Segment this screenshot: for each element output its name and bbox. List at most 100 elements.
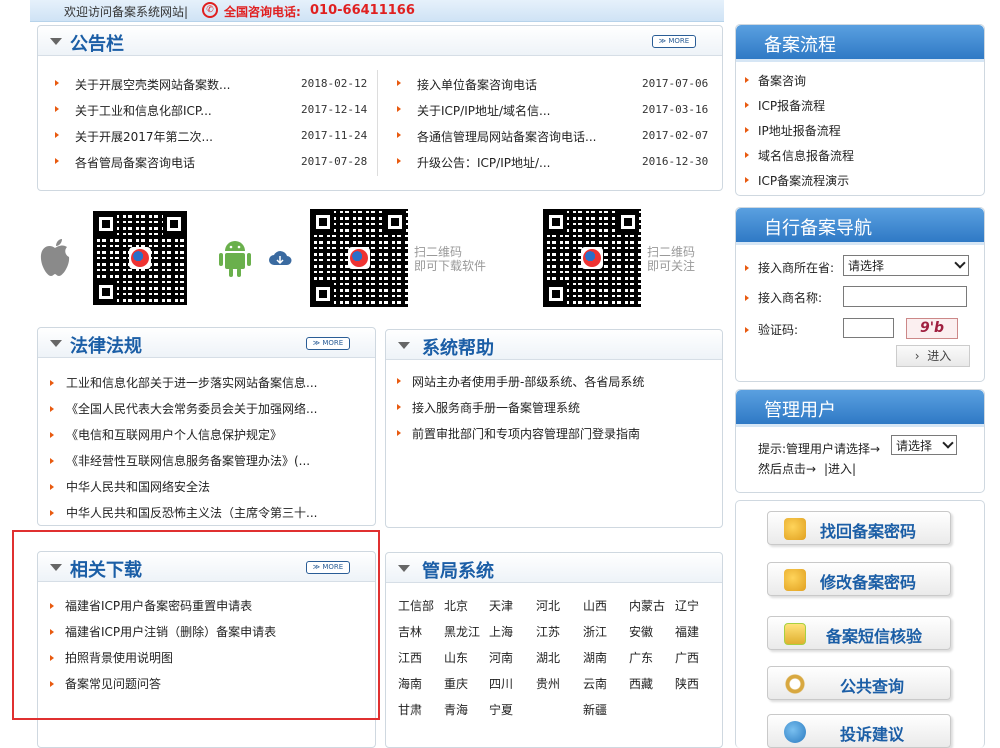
- notice-item[interactable]: 关于开展空壳类网站备案数...: [75, 76, 230, 93]
- bureau-link[interactable]: 工信部: [398, 597, 434, 614]
- bureau-link[interactable]: 吉林: [398, 623, 422, 640]
- process-item[interactable]: 域名信息报备流程: [758, 147, 854, 164]
- bureau-link[interactable]: 新疆: [583, 701, 607, 718]
- bullet-icon: [55, 80, 59, 86]
- bullet-icon: [50, 432, 54, 438]
- bullet-icon: [397, 106, 401, 112]
- admin-select[interactable]: 请选择: [891, 435, 957, 455]
- android-icon[interactable]: [217, 238, 253, 278]
- public-query-button[interactable]: 公共查询: [767, 666, 951, 700]
- provider-name-label: 接入商名称:: [758, 291, 823, 305]
- bureau-link[interactable]: 黑龙江: [444, 623, 480, 640]
- bureau-link[interactable]: 北京: [444, 597, 468, 614]
- bureau-link[interactable]: 江西: [398, 649, 422, 666]
- bullet-icon: [397, 430, 401, 436]
- bureau-link[interactable]: 湖南: [583, 649, 607, 666]
- chevron-down-icon: [942, 437, 954, 449]
- law-item[interactable]: 中华人民共和国网络安全法: [66, 478, 210, 495]
- bureau-link[interactable]: 内蒙古: [629, 597, 665, 614]
- phone-number: 010-66411166: [310, 3, 415, 18]
- bureau-link[interactable]: 河南: [489, 649, 513, 666]
- notice-date: 2017-07-28: [301, 155, 368, 168]
- bureau-link[interactable]: 重庆: [444, 675, 468, 692]
- qr-code-app-ios: [93, 211, 187, 305]
- complaint-button[interactable]: 投诉建议: [767, 714, 951, 748]
- bureau-link[interactable]: 福建: [675, 623, 699, 640]
- bureau-link[interactable]: 云南: [583, 675, 607, 692]
- bureau-link[interactable]: 安徽: [629, 623, 653, 640]
- qr-download-hint: 扫二维码 即可下载软件: [414, 245, 487, 273]
- process-item[interactable]: IP地址报备流程: [758, 122, 841, 139]
- sms-verify-button[interactable]: 备案短信核验: [767, 616, 951, 650]
- notice-item[interactable]: 关于工业和信息化部ICP...: [75, 102, 212, 119]
- notice-item[interactable]: 升级公告：ICP/IP地址/...: [417, 154, 550, 171]
- notice-item[interactable]: 各省管局备案咨询电话: [75, 154, 195, 171]
- divider: [377, 70, 378, 176]
- bureau-link[interactable]: 宁夏: [489, 701, 513, 718]
- bureau-link[interactable]: 天津: [489, 597, 513, 614]
- collapse-triangle-icon: [398, 342, 410, 349]
- bureau-link[interactable]: 西藏: [629, 675, 653, 692]
- lock-icon: [784, 518, 806, 540]
- bureau-link[interactable]: 上海: [489, 623, 513, 640]
- bureau-link[interactable]: 江苏: [536, 623, 560, 640]
- bullet-icon: [745, 327, 749, 333]
- captcha-input[interactable]: [843, 318, 894, 338]
- bureau-link[interactable]: 四川: [489, 675, 513, 692]
- bureau-link[interactable]: 广东: [629, 649, 653, 666]
- notice-item[interactable]: 关于ICP/IP地址/域名信...: [417, 102, 550, 119]
- bureau-link[interactable]: 青海: [444, 701, 468, 718]
- law-item[interactable]: 《电信和互联网用户个人信息保护规定》: [66, 426, 282, 443]
- process-item[interactable]: ICP备案流程演示: [758, 172, 849, 189]
- notice-header: [38, 26, 722, 56]
- notice-item[interactable]: 各通信管理局网站备案咨询电话...: [417, 128, 596, 145]
- bullet-icon: [745, 102, 749, 108]
- process-item[interactable]: 备案咨询: [758, 72, 806, 89]
- help-panel: 系统帮助 网站主办者使用手册-部级系统、各省局系统 接入服务商手册一备案管理系统…: [385, 329, 723, 528]
- law-item[interactable]: 《全国人民代表大会常务委员会关于加强网络...: [66, 400, 317, 417]
- qr-code-app-android: [310, 209, 408, 307]
- help-item[interactable]: 接入服务商手册一备案管理系统: [412, 399, 580, 416]
- bullet-icon: [50, 510, 54, 516]
- nav-panel: 自行备案导航 接入商所在省: 请选择 接入商名称: 验证码: 9'b › 进入: [735, 207, 985, 382]
- law-item[interactable]: 中华人民共和国反恐怖主义法（主席令第三十...: [66, 504, 317, 521]
- bureau-link[interactable]: 辽宁: [675, 597, 699, 614]
- highlight-box: [12, 530, 380, 720]
- bureau-link[interactable]: 甘肃: [398, 701, 422, 718]
- bureau-link[interactable]: 山西: [583, 597, 607, 614]
- captcha-image[interactable]: 9'b: [906, 318, 958, 339]
- apple-icon[interactable]: [38, 238, 72, 278]
- cloud-download-icon[interactable]: [268, 250, 292, 266]
- notice-date: 2017-03-16: [642, 103, 709, 116]
- bureau-link[interactable]: 海南: [398, 675, 422, 692]
- envelope-icon: [784, 623, 806, 645]
- bureau-link[interactable]: 陕西: [675, 675, 699, 692]
- bureau-title: 管局系统: [422, 561, 494, 582]
- notice-item[interactable]: 接入单位备案咨询电话: [417, 76, 537, 93]
- bureau-link[interactable]: 河北: [536, 597, 560, 614]
- provider-name-input[interactable]: [843, 286, 967, 307]
- notice-more-button[interactable]: ≫ MORE: [652, 35, 696, 48]
- qr-code-follow: [543, 209, 641, 307]
- law-more-button[interactable]: ≫ MORE: [306, 337, 350, 350]
- bureau-link[interactable]: 广西: [675, 649, 699, 666]
- bureau-link[interactable]: 浙江: [583, 623, 607, 640]
- nav-enter-button[interactable]: › 进入: [896, 345, 970, 367]
- notice-item[interactable]: 关于开展2017年第二次...: [75, 128, 213, 145]
- bullet-icon: [745, 295, 749, 301]
- bureau-link[interactable]: 山东: [444, 649, 468, 666]
- process-item[interactable]: ICP报备流程: [758, 97, 825, 114]
- province-select[interactable]: 请选择: [843, 255, 969, 276]
- help-item[interactable]: 网站主办者使用手册-部级系统、各省局系统: [412, 373, 644, 390]
- help-title: 系统帮助: [422, 338, 494, 359]
- help-item[interactable]: 前置审批部门和专项内容管理部门登录指南: [412, 425, 640, 442]
- law-item[interactable]: 《非经营性互联网信息服务备案管理办法》(...: [66, 452, 310, 469]
- bullet-icon: [745, 177, 749, 183]
- law-item[interactable]: 工业和信息化部关于进一步落实网站备案信息...: [66, 374, 317, 391]
- change-password-button[interactable]: 修改备案密码: [767, 562, 951, 596]
- recover-password-button[interactable]: 找回备案密码: [767, 511, 951, 545]
- bureau-link[interactable]: 贵州: [536, 675, 560, 692]
- bureau-link[interactable]: 湖北: [536, 649, 560, 666]
- admin-enter-button[interactable]: |进入|: [824, 460, 856, 477]
- bullet-icon: [745, 127, 749, 133]
